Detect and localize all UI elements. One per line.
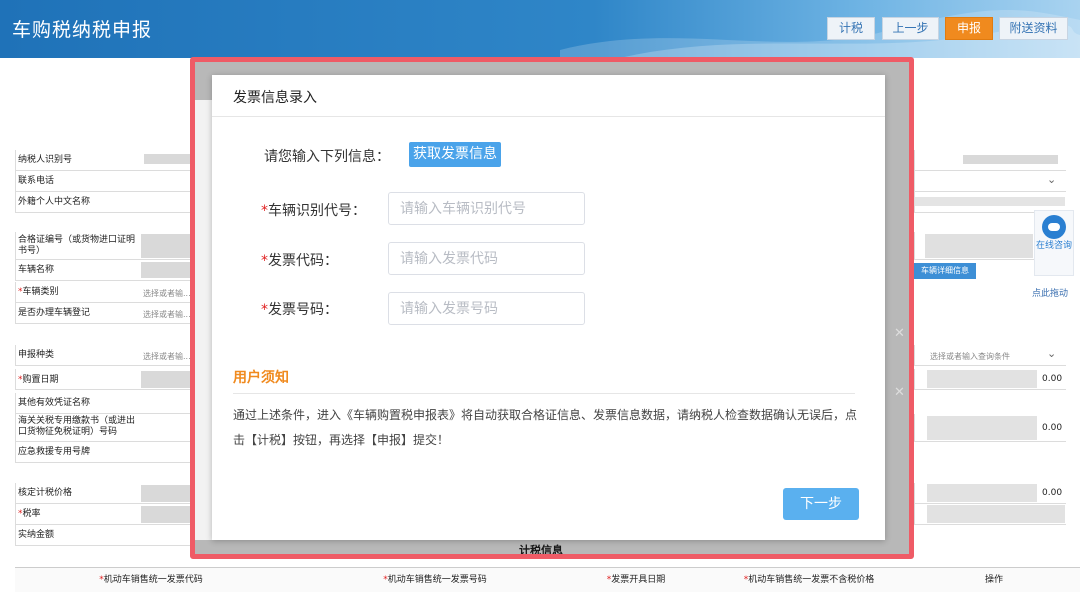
form-row: *购置日期 bbox=[15, 369, 196, 390]
form-row: 合格证编号（或货物进口证明书号） bbox=[15, 232, 196, 260]
form-row: 申报种类 选择或者输... bbox=[15, 345, 195, 366]
declare-button[interactable]: 申报 bbox=[945, 17, 993, 40]
customs-no-label: 海关关税专用缴款书（或进出口货物征免税证明）号码 bbox=[18, 416, 136, 437]
col-invoice-number: 机动车销售统一发票号码 bbox=[387, 575, 487, 585]
form-row: *税率 bbox=[15, 504, 196, 525]
readonly-field bbox=[927, 370, 1037, 388]
form-row: 车辆名称 bbox=[15, 260, 196, 281]
registered-label: 是否办理车辆登记 bbox=[18, 308, 91, 318]
vehicle-type-label: 车辆类别 bbox=[22, 287, 59, 297]
amount-value: 0.00 bbox=[1042, 488, 1063, 498]
prev-step-button[interactable]: 上一步 bbox=[882, 17, 939, 40]
vehicle-name-label: 车辆名称 bbox=[18, 265, 55, 275]
vehicle-detail-button[interactable]: 车辆详细信息 bbox=[914, 263, 976, 279]
readonly-field bbox=[141, 506, 196, 523]
readonly-field bbox=[927, 416, 1037, 440]
taxpayer-id-label: 纳税人识别号 bbox=[18, 155, 73, 165]
readonly-field bbox=[927, 484, 1037, 502]
vehicle-type-select[interactable]: 选择或者输... bbox=[143, 288, 191, 299]
drag-handle[interactable]: 点此拖动 bbox=[1032, 286, 1068, 299]
declare-type-label: 申报种类 bbox=[18, 350, 55, 360]
form-row: 应急救援专用号牌 bbox=[15, 442, 195, 463]
tax-rate-label: 税率 bbox=[22, 509, 41, 519]
form-row bbox=[914, 150, 1066, 171]
top-header: 车购税纳税申报 计税 上一步 申报 附送资料 bbox=[0, 0, 1080, 58]
actual-amount-label: 实纳金额 bbox=[18, 530, 55, 540]
attach-docs-button[interactable]: 附送资料 bbox=[999, 17, 1068, 40]
form-row: 其他有效凭证名称 bbox=[15, 393, 195, 414]
tax-price-label: 核定计税价格 bbox=[18, 488, 73, 498]
form-row: 外籍个人中文名称 bbox=[15, 192, 195, 213]
col-invoice-date: 发票开具日期 bbox=[611, 575, 666, 585]
cert-no-label: 合格证编号（或货物进口证明书号） bbox=[18, 235, 136, 256]
phone-label: 联系电话 bbox=[18, 176, 55, 186]
form-row: 核定计税价格 bbox=[15, 483, 196, 504]
masked-value bbox=[963, 155, 1058, 164]
form-row bbox=[914, 232, 1034, 260]
chevron-down-icon[interactable]: ⌄ bbox=[1047, 173, 1056, 186]
form-row: 选择或者输入查询条件 ⌄ bbox=[914, 345, 1066, 366]
masked-value bbox=[915, 197, 1065, 206]
form-row: 0.00 bbox=[914, 369, 1066, 390]
readonly-field bbox=[141, 371, 196, 388]
readonly-field bbox=[141, 262, 196, 278]
online-consult-label: 在线咨询 bbox=[1035, 241, 1072, 251]
online-consult-widget[interactable]: 在线咨询 bbox=[1034, 210, 1074, 276]
col-operation: 操作 bbox=[984, 575, 1003, 585]
other-voucher-label: 其他有效凭证名称 bbox=[18, 398, 91, 408]
purchase-date-label: 购置日期 bbox=[22, 375, 59, 385]
emergency-plate-label: 应急救援专用号牌 bbox=[18, 447, 91, 457]
form-row: 实纳金额 bbox=[15, 525, 195, 546]
foreign-name-label: 外籍个人中文名称 bbox=[18, 197, 91, 207]
amount-value: 0.00 bbox=[1042, 423, 1063, 433]
invoice-table-header: *机动车销售统一发票代码 *机动车销售统一发票号码 *发票开具日期 *机动车销售… bbox=[15, 567, 1080, 592]
annotation-highlight-frame bbox=[190, 57, 914, 559]
readonly-field bbox=[141, 485, 196, 502]
form-row: 纳税人识别号 bbox=[15, 150, 195, 171]
form-row: 0.00 bbox=[914, 483, 1066, 504]
readonly-field bbox=[925, 234, 1033, 258]
masked-value bbox=[144, 154, 194, 164]
query-select[interactable]: 选择或者输入查询条件 bbox=[930, 351, 1010, 362]
form-row: 联系电话 bbox=[15, 171, 195, 192]
form-row: ⌄ bbox=[914, 171, 1066, 192]
readonly-field bbox=[141, 234, 196, 258]
declare-type-select[interactable]: 选择或者输... bbox=[143, 351, 191, 362]
app-title: 车购税纳税申报 bbox=[12, 19, 153, 41]
form-row: *车辆类别 选择或者输... bbox=[15, 282, 195, 303]
registered-select[interactable]: 选择或者输... bbox=[143, 309, 191, 320]
col-invoice-code: 机动车销售统一发票代码 bbox=[103, 575, 203, 585]
chat-bubble-icon bbox=[1042, 215, 1066, 239]
form-row bbox=[914, 504, 1066, 525]
calc-tax-button[interactable]: 计税 bbox=[827, 17, 875, 40]
form-row: 是否办理车辆登记 选择或者输... bbox=[15, 303, 195, 324]
chevron-down-icon[interactable]: ⌄ bbox=[1047, 347, 1056, 360]
form-row: 0.00 bbox=[914, 414, 1066, 442]
form-row: 海关关税专用缴款书（或进出口货物征免税证明）号码 bbox=[15, 414, 195, 442]
amount-value: 0.00 bbox=[1042, 374, 1063, 384]
readonly-field bbox=[927, 505, 1065, 523]
col-invoice-price: 机动车销售统一发票不含税价格 bbox=[748, 575, 875, 585]
